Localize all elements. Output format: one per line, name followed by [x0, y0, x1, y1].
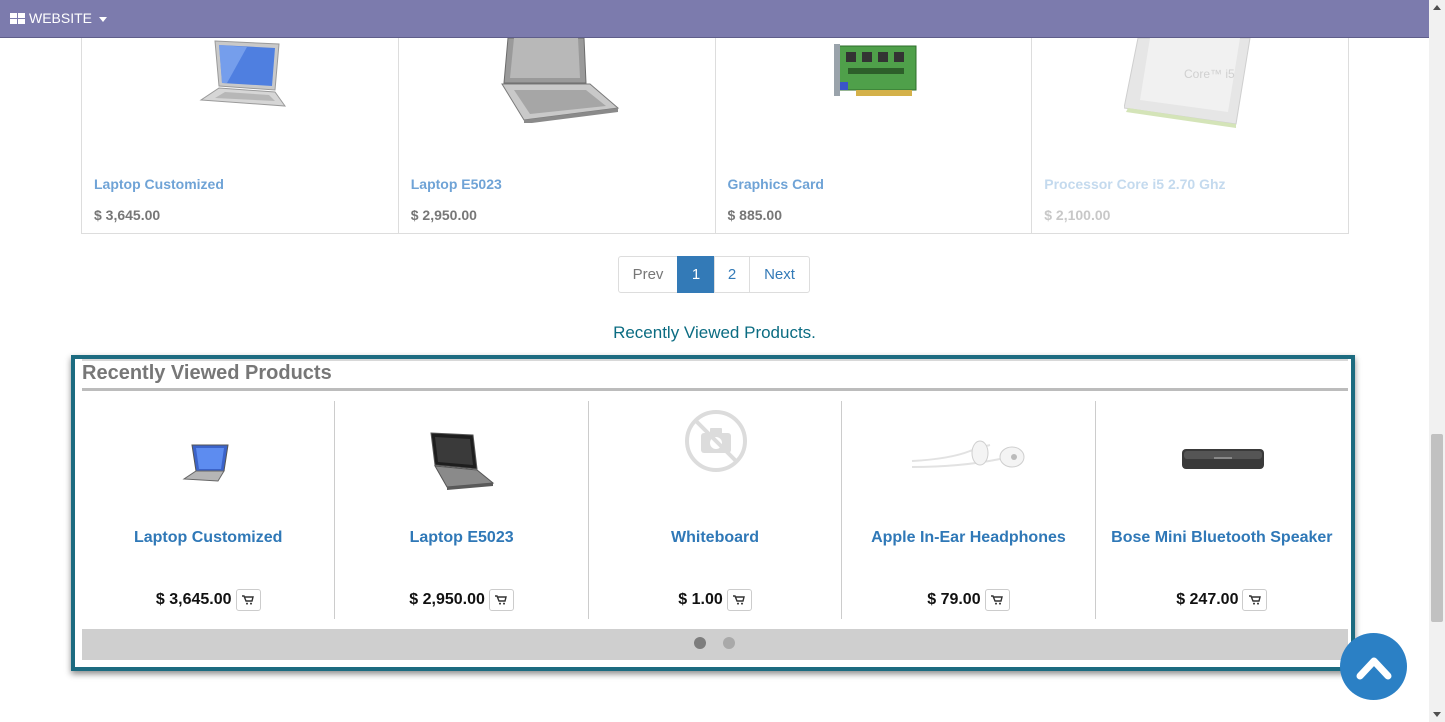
laptop-image	[182, 444, 229, 482]
cart-icon	[733, 595, 746, 605]
carousel-indicators	[82, 629, 1348, 660]
add-to-cart-button[interactable]	[488, 589, 514, 611]
recent-product-name[interactable]: Laptop E5023	[335, 529, 587, 547]
recent-product-card[interactable]: Whiteboard $ 1.00	[589, 401, 843, 619]
product-price: $ 2,950.00	[410, 207, 477, 223]
pagination-next[interactable]: Next	[749, 256, 810, 293]
product-price: $ 2,100.00	[1044, 207, 1111, 223]
graphics-card-image	[833, 44, 916, 96]
pagination-page-1[interactable]: 1	[677, 256, 715, 293]
recent-product-price: $ 79.00	[927, 591, 981, 608]
speaker-image	[1181, 449, 1264, 469]
processor-logo-text: Core™ i5	[1184, 67, 1235, 81]
price-row: $ 2,950.00	[335, 589, 587, 611]
scroll-down-arrow-icon[interactable]	[1433, 712, 1441, 717]
scroll-up-arrow-icon[interactable]	[1433, 5, 1441, 10]
product-card[interactable]: Graphics Card $ 885.00	[716, 38, 1033, 233]
chevron-up-icon	[1356, 657, 1391, 679]
product-price: $ 885.00	[727, 207, 783, 223]
price-row: $ 3,645.00	[82, 589, 334, 611]
website-menu-button[interactable]: WEBSITE	[10, 10, 108, 26]
recent-product-price: $ 247.00	[1176, 591, 1239, 608]
product-name[interactable]: Laptop E5023	[411, 176, 502, 192]
recent-product-card[interactable]: Apple In-Ear Headphones $ 79.00	[842, 401, 1096, 619]
recent-product-card[interactable]: Bose Mini Bluetooth Speaker $ 247.00	[1096, 401, 1348, 619]
laptop-image	[199, 40, 287, 107]
product-name[interactable]: Laptop Customized	[94, 176, 224, 192]
add-to-cart-button[interactable]	[235, 589, 261, 611]
vertical-scrollbar[interactable]	[1429, 0, 1445, 722]
recent-product-price: $ 2,950.00	[409, 591, 485, 608]
headphones-image	[912, 440, 1025, 468]
price-row: $ 79.00	[842, 589, 1094, 611]
product-price: $ 3,645.00	[94, 207, 161, 223]
carousel-dot-2[interactable]	[723, 637, 735, 649]
recent-product-name[interactable]: Apple In-Ear Headphones	[842, 529, 1094, 547]
product-name[interactable]: Graphics Card	[728, 176, 824, 192]
product-name[interactable]: Processor Core i5 2.70 Ghz	[1044, 176, 1225, 192]
cart-icon	[242, 595, 254, 605]
divider	[82, 359, 1348, 361]
laptop-image	[430, 432, 495, 490]
cart-icon	[1248, 595, 1261, 605]
recent-product-price: $ 1.00	[678, 591, 723, 608]
no-image-placeholder-icon	[684, 410, 747, 472]
product-card[interactable]: Core™ i5 Processor Core i5 2.70 Ghz $ 2,…	[1032, 38, 1348, 233]
recently-viewed-title: Recently Viewed Products	[82, 362, 332, 384]
recent-product-name[interactable]: Bose Mini Bluetooth Speaker	[1096, 529, 1348, 547]
carousel-dot-1[interactable]	[694, 637, 706, 649]
add-to-cart-button[interactable]	[984, 589, 1010, 611]
back-to-top-button[interactable]	[1340, 633, 1407, 700]
recently-viewed-widget: Recently Viewed Products Laptop Customiz…	[71, 355, 1355, 671]
processor-image: Core™ i5	[1124, 38, 1251, 128]
price-row: $ 247.00	[1096, 589, 1348, 611]
laptop-image	[500, 38, 619, 123]
cart-icon	[991, 595, 1004, 605]
add-to-cart-button[interactable]	[726, 589, 752, 611]
recent-product-name[interactable]: Whiteboard	[589, 529, 841, 547]
caret-down-icon	[99, 16, 108, 22]
scrollbar-thumb[interactable]	[1431, 434, 1443, 622]
add-to-cart-button[interactable]	[1242, 589, 1268, 611]
website-menu-label: WEBSITE	[29, 10, 93, 26]
product-grid: Laptop Customized $ 3,645.00 Laptop E502…	[81, 38, 1349, 234]
recently-viewed-link[interactable]: Recently Viewed Products.	[0, 323, 1429, 343]
pagination: Prev 1 2 Next	[618, 256, 810, 293]
product-card[interactable]: Laptop E5023 $ 2,950.00	[399, 38, 716, 233]
pagination-prev[interactable]: Prev	[618, 256, 678, 293]
price-row: $ 1.00	[589, 589, 841, 611]
cart-icon	[495, 595, 508, 605]
recent-product-card[interactable]: Laptop Customized $ 3,645.00	[82, 401, 336, 619]
recently-viewed-carousel: Laptop Customized $ 3,645.00 Laptop E502…	[82, 401, 1348, 619]
product-card[interactable]: Laptop Customized $ 3,645.00	[82, 38, 399, 233]
recent-product-card[interactable]: Laptop E5023 $ 2,950.00	[335, 401, 589, 619]
recent-product-price: $ 3,645.00	[155, 591, 232, 608]
divider	[82, 388, 1348, 391]
pagination-page-2[interactable]: 2	[714, 256, 750, 293]
top-bar: WEBSITE	[0, 0, 1429, 38]
recent-product-name[interactable]: Laptop Customized	[82, 529, 334, 547]
grid-icon	[10, 12, 25, 24]
